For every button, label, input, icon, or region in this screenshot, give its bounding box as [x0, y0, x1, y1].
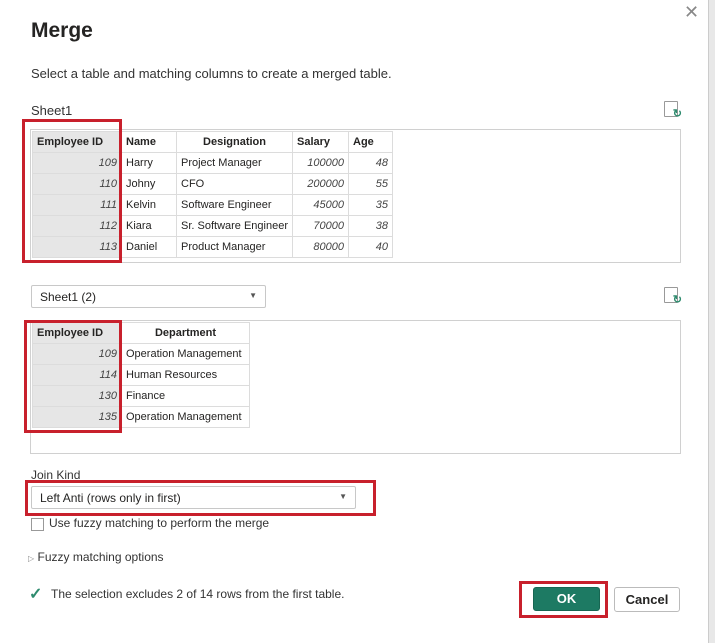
column-header[interactable]: Name [121, 131, 177, 153]
table-cell: Software Engineer [175, 194, 294, 216]
refresh-preview-icon[interactable]: ↻ [664, 101, 682, 120]
table-row: 114 Human Resources [32, 364, 250, 386]
table-row: 135 Operation Management [32, 406, 250, 428]
chevron-down-icon: ▼ [249, 291, 257, 300]
join-kind-label: Join Kind [31, 468, 81, 482]
table2-grid: Employee ID Department 109 Operation Manage… [32, 322, 250, 428]
table-cell: Product Manager [175, 236, 294, 258]
column-header[interactable]: Employee ID [32, 131, 122, 153]
table-cell: Harry [121, 152, 177, 174]
table-cell: CFO [175, 173, 294, 195]
table-cell: 109 [32, 343, 122, 365]
status-text: The selection excludes 2 of 14 rows from… [51, 587, 345, 601]
header-row: Employee ID Name Designation Salary Age [32, 131, 394, 153]
table-cell: 110 [32, 173, 122, 195]
table-row: 109 Harry Project Manager 100000 48 [32, 152, 394, 174]
column-header[interactable]: Designation [175, 131, 294, 153]
table1-label: Sheet1 [31, 103, 73, 118]
table-row: 113 Daniel Product Manager 80000 40 [32, 236, 394, 258]
table-row: 130 Finance [32, 385, 250, 407]
header-row: Employee ID Department [32, 322, 250, 344]
table-cell: Operation Management [121, 406, 250, 428]
join-kind-select[interactable]: Left Anti (rows only in first) ▼ [31, 486, 356, 509]
table-cell: Kelvin [121, 194, 177, 216]
expand-triangle-icon: ▷ [28, 554, 35, 563]
table1-preview: Employee ID Name Designation Salary Age 109 Ha… [30, 129, 681, 263]
table2-select[interactable]: Sheet1 (2) ▼ [31, 285, 266, 308]
table-cell: 109 [32, 152, 122, 174]
table-cell: Daniel [121, 236, 177, 258]
table-cell: 38 [348, 215, 394, 237]
fuzzy-checkbox-label[interactable]: Use fuzzy matching to perform the merge [49, 516, 269, 530]
column-header[interactable]: Salary [292, 131, 350, 153]
refresh-preview-icon[interactable]: ↻ [664, 287, 682, 306]
table-row: 110 Johny CFO 200000 55 [32, 173, 394, 195]
table-cell: 135 [32, 406, 122, 428]
table-cell: 48 [348, 152, 394, 174]
table-cell: 113 [32, 236, 122, 258]
fuzzy-checkbox[interactable] [31, 518, 44, 531]
table-cell: 35 [348, 194, 394, 216]
table-cell: 100000 [292, 152, 350, 174]
table-cell: 130 [32, 385, 122, 407]
close-icon[interactable]: ✕ [684, 2, 699, 23]
table-cell: Johny [121, 173, 177, 195]
dialog-title: Merge [31, 19, 93, 42]
cancel-button[interactable]: Cancel [614, 587, 680, 612]
table-cell: Kiara [121, 215, 177, 237]
table-cell: 70000 [292, 215, 350, 237]
background-app [708, 0, 715, 643]
table-row: 109 Operation Management [32, 343, 250, 365]
join-kind-value: Left Anti (rows only in first) [40, 491, 181, 505]
table-cell: 112 [32, 215, 122, 237]
column-header[interactable]: Department [121, 322, 250, 344]
table-cell: 200000 [292, 173, 350, 195]
table-cell: Sr. Software Engineer [175, 215, 294, 237]
table-cell: Operation Management [121, 343, 250, 365]
merge-dialog: Merge ✕ Select a table and matching colu… [0, 0, 708, 643]
chevron-down-icon: ▼ [339, 492, 347, 501]
table-cell: 40 [348, 236, 394, 258]
table1-grid: Employee ID Name Designation Salary Age 109 Ha… [32, 131, 394, 258]
table-cell: Finance [121, 385, 250, 407]
fuzzy-options-label: Fuzzy matching options [37, 550, 164, 564]
table-cell: 114 [32, 364, 122, 386]
table-row: 111 Kelvin Software Engineer 45000 35 [32, 194, 394, 216]
ok-button[interactable]: OK [533, 587, 600, 611]
table-cell: 55 [348, 173, 394, 195]
table-cell: 45000 [292, 194, 350, 216]
table-cell: Human Resources [121, 364, 250, 386]
table-cell: Project Manager [175, 152, 294, 174]
table2-select-value: Sheet1 (2) [40, 290, 97, 304]
column-header[interactable]: Employee ID [32, 322, 122, 344]
table-cell: 80000 [292, 236, 350, 258]
fuzzy-options-toggle[interactable]: ▷ Fuzzy matching options [28, 550, 164, 564]
column-header[interactable]: Age [348, 131, 394, 153]
table-row: 112 Kiara Sr. Software Engineer 70000 38 [32, 215, 394, 237]
table-cell: 111 [32, 194, 122, 216]
checkmark-icon: ✓ [29, 586, 43, 603]
table2-preview: Employee ID Department 109 Operation Manage… [30, 320, 681, 454]
dialog-subtitle: Select a table and matching columns to c… [31, 66, 392, 81]
